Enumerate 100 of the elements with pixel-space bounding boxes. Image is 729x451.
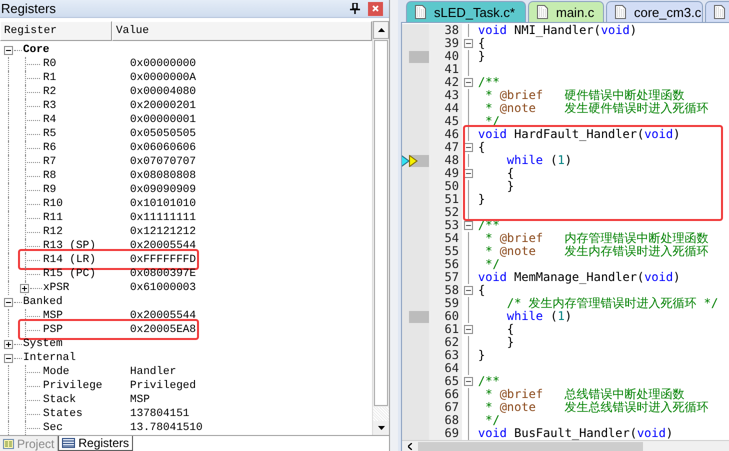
group-label[interactable]: Internal [23, 352, 76, 364]
gutter-cell[interactable] [402, 24, 429, 37]
scroll-down-icon[interactable] [378, 426, 384, 430]
tree-list-icon [3, 438, 14, 448]
gutter-cell[interactable] [402, 323, 429, 336]
register-name[interactable]: MSP [43, 310, 117, 322]
gutter-cell[interactable] [402, 154, 429, 167]
horizontal-scrollbar[interactable] [402, 440, 729, 451]
line-number: 62 [429, 336, 462, 349]
line-number: 41 [429, 63, 462, 76]
line-number: 44 [429, 102, 462, 115]
collapse-icon[interactable] [4, 298, 13, 306]
group-label[interactable]: Banked [23, 296, 63, 308]
editor-tab[interactable]: sLED_Task.c* [406, 1, 526, 22]
register-name[interactable]: xPSR [43, 282, 117, 294]
panel-title: Registers [1, 2, 56, 15]
line-number: 64 [429, 362, 462, 375]
group-label[interactable]: Core [23, 44, 50, 56]
register-name[interactable]: R5 [43, 128, 117, 140]
register-name[interactable]: R6 [43, 142, 117, 154]
register-name[interactable]: Sec [43, 422, 117, 434]
scroll-up-icon[interactable] [378, 28, 384, 32]
line-number: 39 [429, 37, 462, 50]
gutter-cell[interactable] [402, 37, 429, 50]
fold-icon[interactable] [464, 78, 473, 87]
line-number: 52 [429, 206, 462, 219]
line-number: 49 [429, 167, 462, 180]
expand-icon[interactable] [20, 284, 29, 292]
code-line: void HardFault_Handler(void) [477, 128, 680, 141]
expand-icon[interactable] [4, 340, 13, 348]
scrollbar-thumb[interactable] [374, 40, 388, 406]
scrollbar-track[interactable] [373, 407, 389, 421]
document-icon [615, 5, 626, 19]
code-line: */ [484, 258, 500, 271]
code-line: while (1) [506, 154, 572, 167]
code-line: * @brief 硬件错误中断处理函数 [484, 89, 685, 102]
register-name[interactable]: R8 [43, 170, 117, 182]
register-name[interactable]: R14 (LR) [43, 254, 117, 266]
fold-icon[interactable] [464, 377, 473, 386]
gutter-cell[interactable] [402, 167, 429, 180]
register-name[interactable]: R2 [43, 86, 117, 98]
register-name[interactable]: R13 (SP) [43, 240, 117, 252]
column-header[interactable]: Register [0, 21, 112, 41]
register-name[interactable]: R1 [43, 72, 117, 84]
fold-icon[interactable] [464, 143, 473, 152]
register-value: 0x08080808 [130, 170, 196, 182]
code-line: { [477, 284, 486, 297]
panel-tab[interactable]: Registers [58, 436, 134, 451]
fold-icon[interactable] [464, 325, 473, 334]
gutter-cell[interactable] [402, 63, 429, 76]
pin-icon[interactable] [350, 3, 360, 14]
register-name[interactable]: R7 [43, 156, 117, 168]
column-header[interactable]: Value [112, 21, 372, 41]
register-value: 0x00000001 [130, 114, 196, 126]
gutter-cell[interactable] [402, 50, 429, 63]
register-value: Handler [130, 366, 176, 378]
fold-icon[interactable] [464, 39, 473, 48]
register-name[interactable]: R9 [43, 184, 117, 196]
gutter-cell[interactable] [402, 310, 429, 323]
vertical-scrollbar[interactable] [372, 21, 389, 435]
register-value: 137804151 [130, 408, 190, 420]
collapse-icon[interactable] [4, 46, 13, 54]
register-name[interactable]: R11 [43, 212, 117, 224]
fold-icon[interactable] [464, 286, 473, 295]
code-line: /** [477, 76, 500, 89]
code-line: /* 发生内存管理错误时进入死循环 */ [506, 297, 718, 310]
gutter-cell[interactable] [402, 427, 429, 440]
fold-icon[interactable] [464, 169, 473, 178]
register-name[interactable]: R10 [43, 198, 117, 210]
collapse-icon[interactable] [4, 354, 13, 362]
line-number: 63 [429, 349, 462, 362]
register-name[interactable]: R15 (PC) [43, 268, 117, 280]
register-value: MSP [130, 394, 150, 406]
fold-icon[interactable] [464, 221, 473, 230]
editor-tab[interactable]: core_cm3.c [606, 1, 703, 22]
scroll-left-icon[interactable] [408, 442, 412, 450]
register-name[interactable]: R3 [43, 100, 117, 112]
register-name[interactable]: R12 [43, 226, 117, 238]
register-name[interactable]: R0 [43, 58, 117, 70]
editor-tab[interactable]: main.c [528, 1, 604, 22]
register-name[interactable]: States [43, 408, 117, 420]
group-label[interactable]: System [23, 338, 63, 350]
register-name[interactable]: PSP [43, 324, 117, 336]
gutter-cell[interactable] [402, 297, 429, 310]
line-number: 59 [429, 297, 462, 310]
gutter-cell[interactable] [402, 141, 429, 154]
code-line: * @brief 总线错误中断处理函数 [484, 388, 685, 401]
scrollbar-thumb[interactable] [418, 442, 643, 450]
register-name[interactable]: Stack [43, 394, 117, 406]
code-line: */ [484, 414, 500, 427]
register-name[interactable]: Mode [43, 366, 117, 378]
register-name[interactable]: Privilege [43, 380, 117, 392]
register-name[interactable]: R4 [43, 114, 117, 126]
close-button[interactable] [368, 2, 383, 16]
line-number: 48 [429, 154, 462, 167]
line-number: 57 [429, 271, 462, 284]
line-number: 55 [429, 245, 462, 258]
register-value: 0x20005544 [130, 310, 196, 322]
code-line: { [477, 37, 486, 50]
code-line: } [477, 50, 486, 63]
